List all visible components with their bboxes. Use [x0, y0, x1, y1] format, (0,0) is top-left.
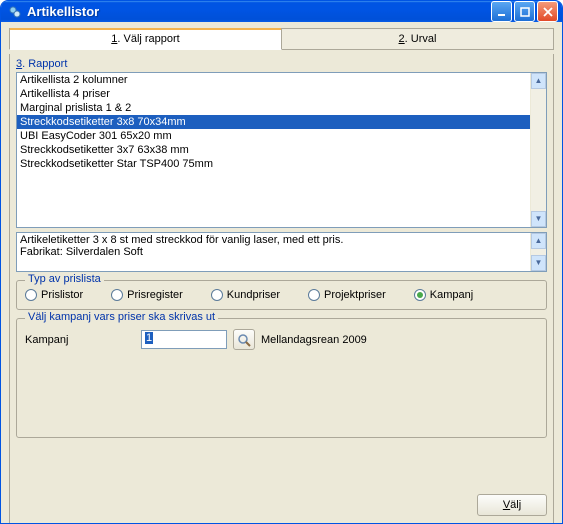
- minimize-button[interactable]: [491, 1, 512, 22]
- description-line2: Fabrikat: Silverdalen Soft: [20, 246, 528, 258]
- radio-prisregister[interactable]: Prisregister: [111, 289, 183, 301]
- pricelist-type-fieldset: Typ av prislista PrislistorPrisregisterK…: [16, 280, 547, 310]
- radio-input[interactable]: [211, 289, 223, 301]
- radio-label: Prislistor: [41, 289, 83, 301]
- kampanj-lookup-button[interactable]: [233, 329, 255, 350]
- scroll-up-button[interactable]: ▲: [531, 233, 546, 249]
- kampanj-input[interactable]: 1: [141, 330, 227, 349]
- tab-urval[interactable]: 2. Urval: [282, 28, 554, 50]
- radio-projektpriser[interactable]: Projektpriser: [308, 289, 386, 301]
- radio-input[interactable]: [414, 289, 426, 301]
- radio-label: Projektpriser: [324, 289, 386, 301]
- radio-input[interactable]: [308, 289, 320, 301]
- report-section-label: 3. Rapport: [16, 58, 547, 70]
- description-scrollbar[interactable]: ▲ ▼: [530, 233, 546, 271]
- titlebar-buttons: [491, 1, 558, 22]
- report-listbox[interactable]: Artikellista 2 kolumnerArtikellista 4 pr…: [16, 72, 547, 228]
- list-item[interactable]: Marginal prislista 1 & 2: [17, 101, 530, 115]
- report-description: Artikeletiketter 3 x 8 st med streckkod …: [16, 232, 547, 272]
- window-title: Artikellistor: [27, 4, 491, 19]
- list-item[interactable]: UBI EasyCoder 301 65x20 mm: [17, 129, 530, 143]
- list-item[interactable]: Streckkodsetiketter Star TSP400 75mm: [17, 157, 530, 171]
- list-item[interactable]: Streckkodsetiketter 3x8 70x34mm: [17, 115, 530, 129]
- radio-label: Kampanj: [430, 289, 473, 301]
- scroll-up-button[interactable]: ▲: [531, 73, 546, 89]
- list-item[interactable]: Artikellista 2 kolumner: [17, 73, 530, 87]
- maximize-button[interactable]: [514, 1, 535, 22]
- kampanj-legend: Välj kampanj vars priser ska skrivas ut: [25, 311, 218, 323]
- scroll-down-button[interactable]: ▼: [531, 211, 546, 227]
- magnifier-icon: [237, 333, 251, 347]
- scroll-down-button[interactable]: ▼: [531, 255, 546, 271]
- kampanj-label: Kampanj: [25, 334, 135, 346]
- kampanj-name: Mellandagsrean 2009: [261, 334, 367, 346]
- radio-input[interactable]: [111, 289, 123, 301]
- close-button[interactable]: [537, 1, 558, 22]
- titlebar: Artikellistor: [1, 1, 562, 22]
- radio-kundpriser[interactable]: Kundpriser: [211, 289, 280, 301]
- radio-label: Prisregister: [127, 289, 183, 301]
- window: Artikellistor 1. Välj rapport 2. Urval: [0, 0, 563, 524]
- report-panel: 3. Rapport Artikellista 2 kolumnerArtike…: [9, 54, 554, 524]
- radio-kampanj[interactable]: Kampanj: [414, 289, 473, 301]
- client-area: 1. Välj rapport 2. Urval 3. Rapport Arti…: [1, 22, 562, 524]
- description-line1: Artikeletiketter 3 x 8 st med streckkod …: [20, 234, 528, 246]
- radio-prislistor[interactable]: Prislistor: [25, 289, 83, 301]
- list-item[interactable]: Artikellista 4 priser: [17, 87, 530, 101]
- list-item[interactable]: Streckkodsetiketter 3x7 63x38 mm: [17, 143, 530, 157]
- radio-input[interactable]: [25, 289, 37, 301]
- kampanj-fieldset: Välj kampanj vars priser ska skrivas ut …: [16, 318, 547, 438]
- radio-label: Kundpriser: [227, 289, 280, 301]
- tabstrip: 1. Välj rapport 2. Urval: [9, 28, 554, 50]
- pricelist-type-legend: Typ av prislista: [25, 273, 104, 285]
- app-icon: [7, 4, 23, 20]
- tab-valj-rapport[interactable]: 1. Välj rapport: [9, 28, 282, 50]
- report-list-scrollbar[interactable]: ▲ ▼: [530, 73, 546, 227]
- valj-button[interactable]: Välj: [477, 494, 547, 516]
